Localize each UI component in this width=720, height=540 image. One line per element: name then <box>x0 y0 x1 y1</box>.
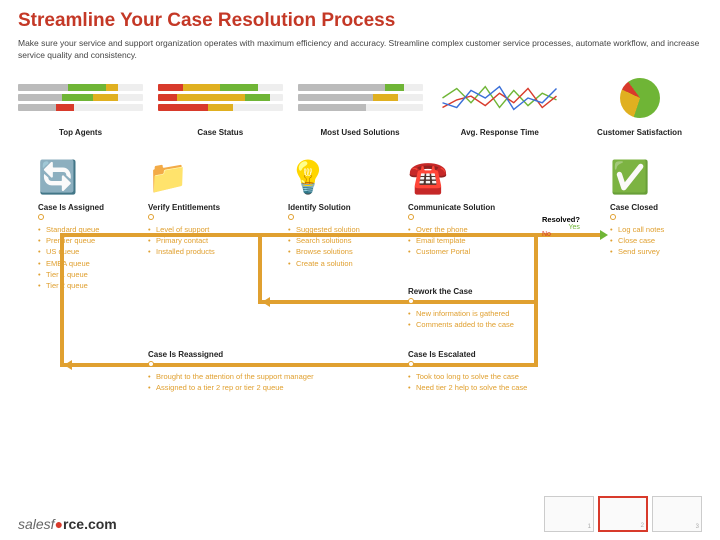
folder-icon: 📁 <box>148 155 253 199</box>
lightbulb-icon: 💡 <box>288 155 393 199</box>
decision-resolved: Resolved? Yes No <box>542 215 580 238</box>
flow-diagram: 🔄 Case Is Assigned Standard queue Premie… <box>18 155 702 415</box>
phone-icon: ☎️ <box>408 155 513 199</box>
page-title: Streamline Your Case Resolution Process <box>18 10 702 32</box>
step-identify: 💡 Identify Solution Suggested solution S… <box>288 155 393 269</box>
metric-top-agents: Top Agents <box>18 76 143 137</box>
check-icon: ✅ <box>610 155 715 199</box>
slide-thumbnails: 1 2 3 <box>544 496 702 532</box>
step-assigned: 🔄 Case Is Assigned Standard queue Premie… <box>38 155 143 292</box>
metrics-row: Top Agents Case Status Most Used Solutio… <box>18 76 702 137</box>
step-reassigned: Case Is Reassigned Brought to the attent… <box>148 350 368 394</box>
metric-case-status: Case Status <box>158 76 283 137</box>
refresh-icon: 🔄 <box>38 155 143 199</box>
thumb-1[interactable]: 1 <box>544 496 594 532</box>
step-escalated: Case Is Escalated Took too long to solve… <box>408 350 608 394</box>
salesforce-logo: salesf●rce.com <box>18 516 117 532</box>
metric-satisfaction: Customer Satisfaction <box>577 76 702 137</box>
step-verify: 📁 Verify Entitlements Level of support P… <box>148 155 253 258</box>
step-rework: Rework the Case New information is gathe… <box>408 287 588 331</box>
thumb-3[interactable]: 3 <box>652 496 702 532</box>
page-subtitle: Make sure your service and support organ… <box>18 38 702 62</box>
metric-most-used: Most Used Solutions <box>298 76 423 137</box>
metric-response-time: Avg. Response Time <box>437 76 562 137</box>
thumb-2[interactable]: 2 <box>598 496 648 532</box>
pie-icon <box>620 78 660 118</box>
sparkline-icon <box>437 79 562 117</box>
step-closed: ✅ Case Closed Log call notes Close case … <box>610 155 715 258</box>
step-communicate: ☎️ Communicate Solution Over the phone E… <box>408 155 513 258</box>
